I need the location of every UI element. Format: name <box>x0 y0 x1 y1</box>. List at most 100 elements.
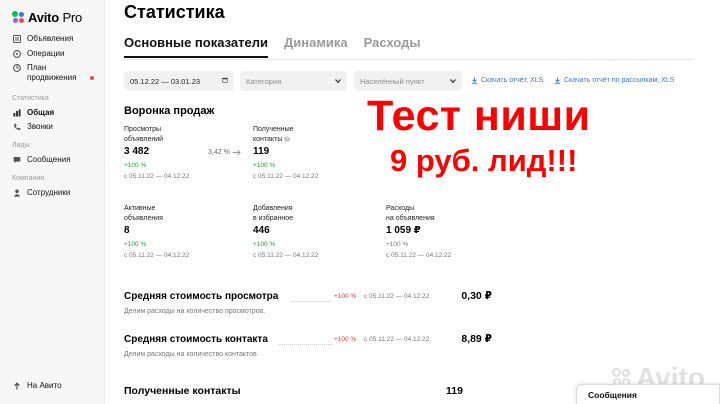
avg-view-cost-hint: Делим расходы на количество просмотров. <box>124 308 266 315</box>
sidebar-item-promotion-plan[interactable]: План продвижения <box>12 63 76 83</box>
dotted-leader <box>279 344 331 345</box>
category-select[interactable]: Категория <box>240 71 347 91</box>
metric-period: с 05.11.22 — 04.12.22 <box>124 173 190 180</box>
metric-ad-expenses: Расходы на объявления 1 059 ₽ +100 % с 05… <box>386 204 451 261</box>
avg-view-cost-title: Средняя стоимость просмотра <box>124 291 279 302</box>
tab-expenses[interactable]: Расходы <box>364 35 421 58</box>
back-link-label: На Авито <box>27 381 62 390</box>
avg-view-cost-delta: +100 % <box>334 293 357 300</box>
avito-logo-icon <box>12 11 25 24</box>
logo-text: Avito Pro <box>28 10 83 25</box>
sidebar-item-calls[interactable]: Звонки <box>12 122 53 132</box>
avg-contact-cost-hint: Делим расходы на количество контактов. <box>124 351 259 358</box>
avg-contact-cost-delta: +100 % <box>334 336 357 343</box>
conversion-value: 3,42 % <box>208 149 230 156</box>
category-placeholder: Категория <box>246 76 282 86</box>
metric-label: Просмотры объявлений <box>124 126 164 143</box>
metric-value: 3 482 <box>124 146 150 157</box>
metric-label: Полученные контакты? <box>253 126 294 143</box>
conversion-rate: 3,42 % <box>208 149 241 156</box>
metric-delta: +100 % <box>124 162 147 169</box>
download-mailing-xls-label: Скачать отчёт по рассылкам, XLS <box>564 77 675 84</box>
avg-contact-cost-period: с 05.11.22 — 04.12.22 <box>364 336 430 343</box>
phone-icon <box>12 122 21 131</box>
metric-active-ads: Активные объявления 8 +100 % с 05.11.22 —… <box>124 204 189 261</box>
chat-icon <box>12 155 21 164</box>
user-icon <box>12 188 21 197</box>
metric-value: 446 <box>253 225 270 236</box>
download-xls-label: Скачать отчёт, XLS <box>481 77 544 84</box>
sidebar-section-statistics: Статистика <box>12 95 49 102</box>
download-icon <box>554 77 561 84</box>
sidebar-item-label: Общая <box>27 108 55 117</box>
avg-view-cost-period: с 05.11.22 — 04.12.22 <box>364 293 430 300</box>
operations-icon <box>12 49 21 58</box>
sidebar-item-label: Операции <box>27 49 65 58</box>
arrow-right-icon <box>232 149 241 156</box>
sidebar-section-leads: Лиды <box>12 142 30 149</box>
sidebar-item-label: Сотрудники <box>27 188 71 197</box>
metric-label: Расходы на объявления <box>386 205 435 222</box>
messages-panel-label: Сообщения <box>588 390 637 400</box>
promotion-plan-icon <box>12 63 21 72</box>
help-icon[interactable]: ? <box>284 136 291 142</box>
metric-label: Активные объявления <box>124 205 163 222</box>
arrow-up-icon <box>12 381 21 390</box>
metric-delta: +100 % <box>386 241 409 248</box>
sidebar-item-label: План продвижения <box>27 63 77 82</box>
metric-value: 119 <box>253 146 270 157</box>
download-icon <box>471 77 478 84</box>
chart-icon <box>12 108 21 117</box>
received-contacts-title: Полученные контакты <box>124 385 241 397</box>
metric-delta: +100 % <box>253 241 276 248</box>
dotted-leader <box>291 301 331 302</box>
sidebar-item-general[interactable]: Общая <box>12 108 54 118</box>
calendar-icon <box>222 77 228 83</box>
avg-contact-cost-value: 8,89 ₽ <box>461 333 492 345</box>
messages-panel-button[interactable]: Сообщения <box>576 384 720 404</box>
metric-delta: +100 % <box>124 241 147 248</box>
chevron-down-icon <box>450 79 456 84</box>
tabs: Основные показатели Динамика Расходы <box>124 35 437 58</box>
metric-favorites: Добавления в избранное 446 +100 % с 05.11… <box>253 204 318 261</box>
sidebar-item-employees[interactable]: Сотрудники <box>12 188 70 198</box>
avg-contact-cost-row: Средняя стоимость контакта +100 % с 05.1… <box>124 333 492 348</box>
avito-pro-logo[interactable]: Avito Pro <box>12 10 82 25</box>
tab-dynamics[interactable]: Динамика <box>284 35 348 58</box>
sidebar-item-label: Сообщения <box>27 155 71 164</box>
avg-view-cost-value: 0,30 ₽ <box>461 290 492 302</box>
metric-value: 1 059 ₽ <box>386 225 421 236</box>
metric-value: 8 <box>124 225 130 236</box>
metric-label: Добавления в избранное <box>253 205 294 222</box>
sidebar-section-company: Компания <box>12 175 45 182</box>
date-range-value: 05.12.22 — 03.01.23 <box>130 76 201 86</box>
sidebar-item-messages[interactable]: Сообщения <box>12 155 70 165</box>
download-xls-link[interactable]: Скачать отчёт, XLS <box>471 77 543 84</box>
page-title: Статистика <box>124 2 225 22</box>
promo-overlay-title: Тест ниши <box>367 92 591 140</box>
sidebar-item-label: Звонки <box>27 122 53 131</box>
metric-contacts: Полученные контакты? 119 +100 % с 05.11.2… <box>253 125 318 182</box>
document-icon <box>12 34 21 43</box>
back-to-avito-link[interactable]: На Авито <box>12 381 62 391</box>
sidebar-item-operations[interactable]: Операции <box>12 49 64 59</box>
date-range-picker[interactable]: 05.12.22 — 03.01.23 <box>124 71 234 91</box>
city-select[interactable]: Населённый пункт <box>354 71 462 91</box>
received-contacts-value: 119 <box>446 385 463 397</box>
sidebar-item-label: Объявления <box>27 34 74 43</box>
tabs-divider <box>124 59 692 60</box>
tab-main-indicators[interactable]: Основные показатели <box>124 35 268 58</box>
sidebar-item-ads[interactable]: Объявления <box>12 34 73 44</box>
notification-dot <box>90 76 94 80</box>
avg-contact-cost-title: Средняя стоимость контакта <box>124 334 268 345</box>
metric-delta: +100 % <box>253 162 276 169</box>
city-placeholder: Населённый пункт <box>360 76 425 86</box>
promo-overlay-subtitle: 9 руб. лид!!! <box>390 143 578 178</box>
metric-ad-views: Просмотры объявлений 3 482 +100 % с 05.11… <box>124 125 189 182</box>
avg-view-cost-row: Средняя стоимость просмотра +100 % с 05.… <box>124 290 492 305</box>
download-mailing-xls-link[interactable]: Скачать отчёт по рассылкам, XLS <box>554 77 674 84</box>
metric-period: с 05.11.22 — 04.12.22 <box>253 252 319 259</box>
sidebar: Avito Pro Объявления Операции План продви… <box>0 0 105 404</box>
chevron-down-icon <box>335 79 341 84</box>
metric-period: с 05.11.22 — 04.12.22 <box>124 252 190 259</box>
